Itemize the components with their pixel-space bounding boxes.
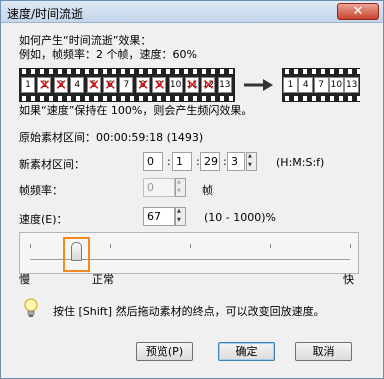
filmstrip-frame: 9: [152, 77, 167, 93]
frame-rate-unit: 帧: [202, 184, 213, 197]
filmstrip-frame: 13: [217, 77, 232, 93]
speed-label: 速度(E)：: [19, 213, 68, 226]
filmstrip-frame: 7: [313, 77, 329, 93]
frame-rate-spinner[interactable]: [175, 178, 186, 197]
speed-range-hint: (10 - 1000)%: [204, 211, 276, 224]
filmstrip-before-image: 12345678910111213: [19, 68, 235, 102]
ok-button[interactable]: 确定: [218, 342, 275, 361]
slider-tick: [30, 244, 31, 248]
filmstrip-frame: 6: [103, 77, 117, 93]
cancel-button[interactable]: 取消: [295, 342, 352, 361]
frame-rate-label: 帧频率：: [19, 184, 63, 197]
filmstrip-frame: 5: [86, 77, 101, 93]
lightbulb-icon: [24, 298, 38, 317]
seconds-field[interactable]: 29: [200, 152, 220, 171]
filmstrip-frame: 13: [344, 77, 360, 93]
description-line-2: 例如，帧频率：2 个帧，速度：60%: [19, 48, 197, 61]
frame-rate-input[interactable]: 0: [143, 178, 175, 197]
slider-tick: [190, 244, 191, 248]
original-clip-label: 原始素材区间：: [19, 131, 96, 144]
new-clip-label: 新素材区间：: [19, 158, 85, 171]
filmstrip-frame: 8: [135, 77, 150, 93]
filmstrip-frame: 10: [168, 77, 183, 93]
speed-input[interactable]: 67: [143, 207, 175, 226]
speed-time-lapse-dialog: 速度/时间流逝 ✕ 如何产生“时间流逝”效果： 例如，帧频率：2 个帧，速度：6…: [0, 0, 384, 379]
filmstrip-frame: 11: [185, 77, 199, 93]
filmstrip-frame: 4: [298, 77, 314, 93]
filmstrip-frame: 2: [37, 77, 52, 93]
slider-tick: [110, 244, 111, 248]
shift-drag-tip: 按住 [Shift] 然后拖动素材的终点，可以改变回放速度。: [53, 305, 325, 318]
filmstrip-frame: 4: [70, 77, 85, 93]
strobe-warning-text: 如果“速度”保持在 100%，则会产生频闪效果。: [19, 104, 253, 117]
speed-spinner[interactable]: [175, 207, 186, 226]
slider-label-fast: 快: [343, 273, 354, 286]
filmstrip-frame: 7: [119, 77, 134, 93]
speed-slider[interactable]: [19, 232, 359, 274]
hours-field[interactable]: 0: [143, 152, 163, 171]
title-bar: 速度/时间流逝 ✕: [1, 1, 383, 23]
arrow-right-icon: [244, 79, 273, 91]
slider-label-slow: 慢: [19, 273, 30, 286]
slider-thumb[interactable]: [71, 242, 82, 261]
original-clip-duration: 原始素材区间：00:00:59:18 (1493): [19, 129, 203, 145]
filmstrip-frame: 10: [328, 77, 344, 93]
dialog-title: 速度/时间流逝: [7, 7, 84, 21]
minutes-field[interactable]: 1: [172, 152, 192, 171]
timecode-format-hint: (H:M:S:f): [276, 156, 325, 169]
original-clip-value: 00:00:59:18 (1493): [96, 131, 204, 144]
close-button[interactable]: ✕: [337, 3, 379, 20]
frames-field[interactable]: 3: [227, 152, 245, 171]
slider-tick: [270, 244, 271, 248]
slider-label-normal: 正常: [92, 273, 114, 286]
preview-button[interactable]: 预览(P): [136, 342, 193, 361]
filmstrip-frame: 1: [21, 77, 35, 93]
slider-tick: [350, 244, 351, 248]
filmstrip-frame: 12: [201, 77, 216, 93]
filmstrip-frame: 3: [53, 77, 68, 93]
filmstrip-frame: 1: [283, 77, 298, 93]
duration-spinner[interactable]: [246, 152, 257, 171]
filmstrip-after-image: 1 4 7 10 13: [282, 68, 360, 102]
